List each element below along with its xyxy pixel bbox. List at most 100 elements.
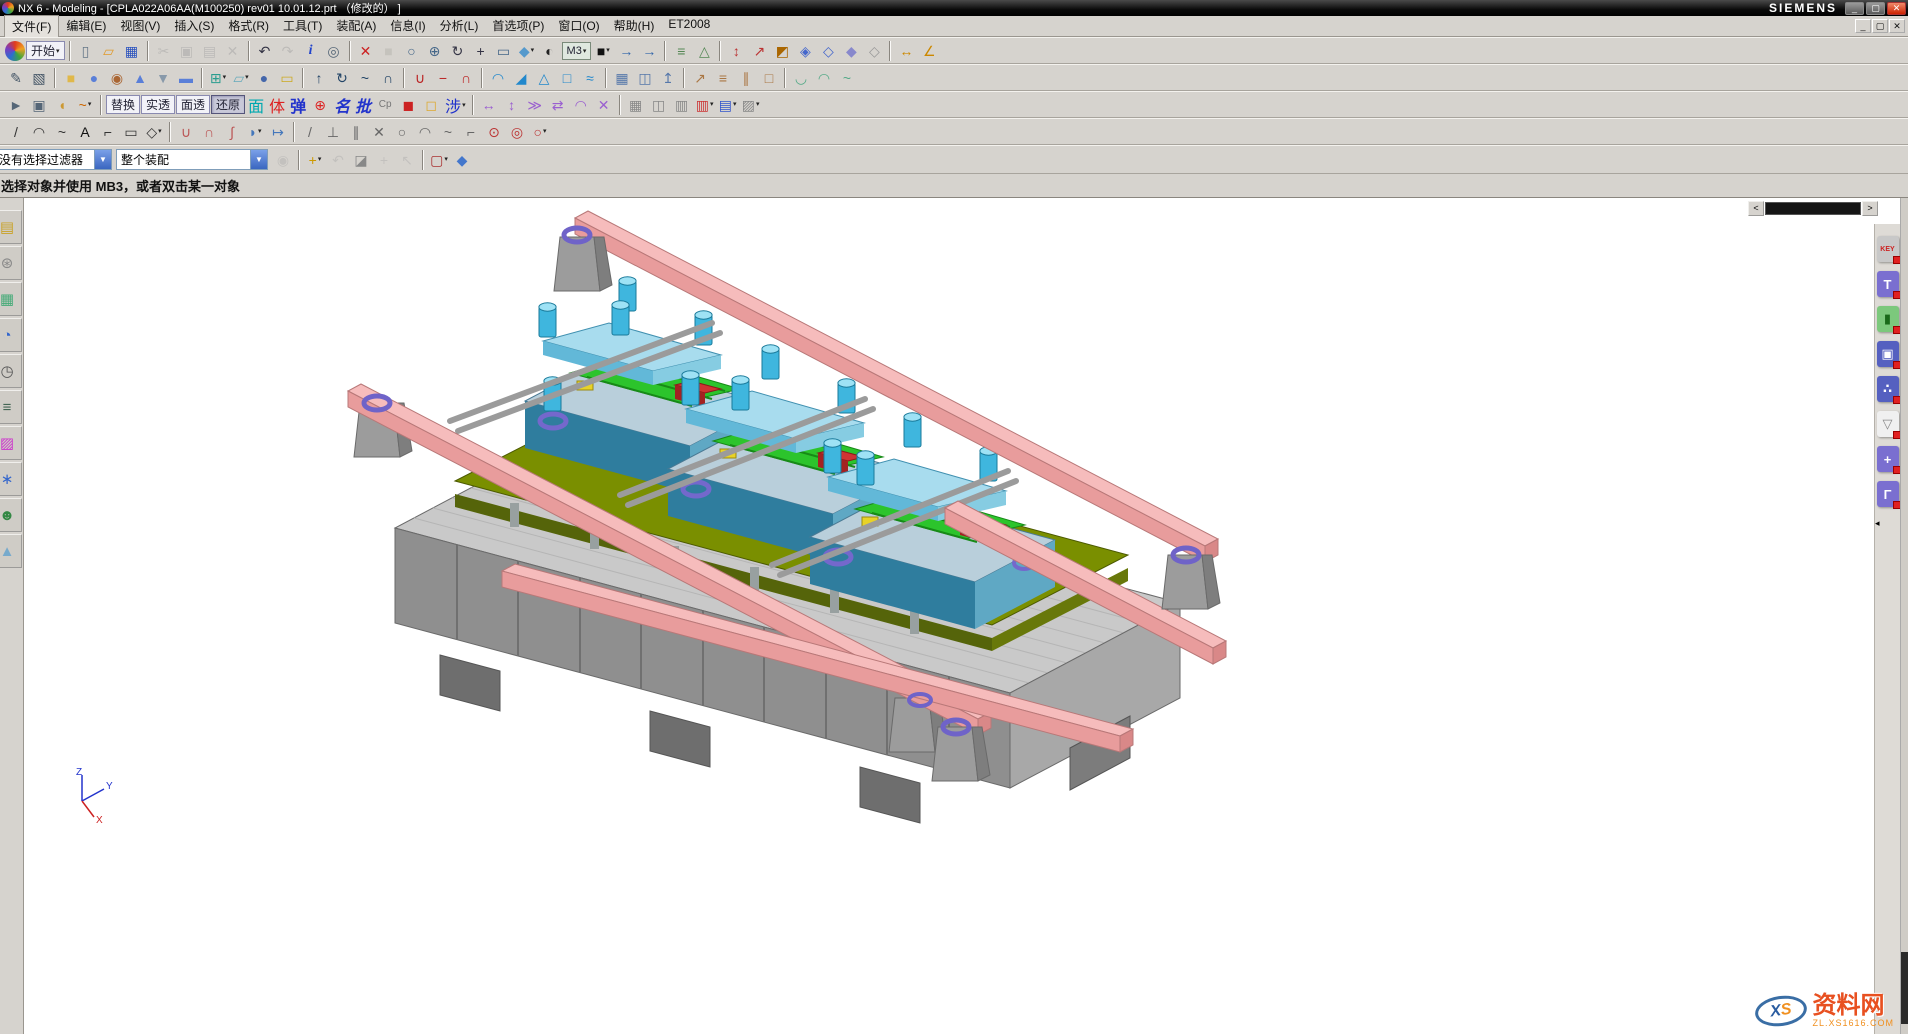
rotate-view-icon[interactable]: ↻ [447,40,469,62]
restore-button[interactable]: 还原 [211,95,245,114]
sketch-icon[interactable]: ✎ [5,67,27,89]
face-translucency-button[interactable]: 面透 [176,95,210,114]
menu-view[interactable]: 视图(V) [113,15,167,38]
interpart-link-icon[interactable]: ◉ [272,149,294,171]
text-icon[interactable]: A [74,121,96,143]
through-curves-icon[interactable]: ◗▾ [244,121,266,143]
tab-history[interactable]: ◷ [0,354,22,388]
tab-constraint-navigator[interactable]: ⊛ [0,246,22,280]
hide-icon[interactable]: ◆ [840,40,862,62]
hole-icon[interactable]: ◉ [106,67,128,89]
drag-select-icon[interactable]: ↖ [396,149,418,171]
curve-tool-icon[interactable]: ~▾ [74,94,96,116]
resize-blend-icon[interactable]: ◠ [570,94,592,116]
bridge-curve-icon[interactable]: ∩ [198,121,220,143]
palette-collapse-arrow[interactable]: ◂ [1875,518,1885,528]
selection-scope-combo[interactable]: 整个装配 ▼ [116,149,268,170]
sheet-body-icon[interactable]: ▭ [276,67,298,89]
menu-information[interactable]: 信息(I) [383,15,432,38]
boss-icon[interactable]: ▲ [129,67,151,89]
subtract-icon[interactable]: − [432,67,454,89]
mirror-face-icon[interactable]: ◫ [648,94,670,116]
tab-internet[interactable]: ▲ [0,534,22,568]
sphere-icon[interactable]: ● [253,67,275,89]
edge-blend-icon[interactable]: ◠ [487,67,509,89]
copy-icon[interactable]: ▣ [176,40,198,62]
tab-system-tools[interactable]: ∗ [0,462,22,496]
selection-filter-combo[interactable]: 没有选择过滤器 ▼ [0,149,112,170]
offset-curve-icon[interactable]: ∪ [175,121,197,143]
face-blend-icon[interactable]: ◡ [790,67,812,89]
menu-assemblies[interactable]: 装配(A) [329,15,383,38]
palette-item-green-block[interactable]: ▮ [1877,306,1899,332]
deselect-icon[interactable]: ◪ [350,149,372,171]
pad-icon[interactable]: ▬ [175,67,197,89]
chevron-down-icon[interactable]: ▼ [250,150,267,169]
redo-icon[interactable]: ↷ [277,40,299,62]
window-import-icon[interactable]: → [638,40,660,62]
immediate-hide-icon[interactable]: ◇ [817,40,839,62]
tube-icon[interactable]: ∩ [377,67,399,89]
join-curve-icon[interactable]: ∫ [221,121,243,143]
menu-help[interactable]: 帮助(H) [607,15,662,38]
shell-icon[interactable]: □ [556,67,578,89]
undo-icon[interactable]: ↶ [254,40,276,62]
menu-file[interactable]: 文件(F) [4,15,59,38]
reset-dialog-icon[interactable]: ✕ [355,40,377,62]
pull-face-icon[interactable]: ↕ [501,94,523,116]
child-minimize-button[interactable]: _ [1855,19,1871,33]
info-icon[interactable]: i [300,40,322,62]
datum-csys-icon[interactable]: ⊞▾ [207,67,229,89]
tangent-icon[interactable]: ~ [437,121,459,143]
fit-view-icon[interactable]: ▭ [493,40,515,62]
sweep-icon[interactable]: ~ [354,67,376,89]
scrollbar-thumb[interactable] [1901,952,1908,1024]
window-export-icon[interactable]: → [615,40,637,62]
datum-plane-icon[interactable]: ▱▾ [230,67,252,89]
parallel-icon[interactable]: ∥ [345,121,367,143]
rectangle-icon[interactable]: ▭ [120,121,142,143]
select-plus-icon[interactable]: + [373,149,395,171]
shaded-view-icon[interactable]: ◆▾ [516,40,538,62]
solid-translucency-button[interactable]: 实透 [141,95,175,114]
intersect-icon[interactable]: ∩ [455,67,477,89]
offset-region-icon[interactable]: ≫ [524,94,546,116]
thicken-icon[interactable]: ≡ [712,67,734,89]
soft-blend-icon[interactable]: ◠ [813,67,835,89]
section-view-icon[interactable]: ▥ [671,94,693,116]
new-file-icon[interactable]: ▯ [75,40,97,62]
snap-point-icon[interactable]: +▾ [304,149,326,171]
profile-icon[interactable]: ◇▾ [143,121,165,143]
solid-select-icon[interactable]: ◆ [451,149,473,171]
menu-preferences[interactable]: 首选项(P) [485,15,551,38]
palette-item-three-hole-plate[interactable]: ∴ [1877,376,1899,402]
pan-icon[interactable]: + [470,40,492,62]
tab-assembly-navigator[interactable]: ▤ [0,210,22,244]
sketch-line-icon[interactable]: / [299,121,321,143]
offset-surface-icon[interactable]: ↗ [689,67,711,89]
tab-process-notes[interactable]: ≡ [0,390,22,424]
chevron-down-icon[interactable]: ▼ [94,150,111,169]
minimize-button[interactable]: _ [1845,2,1864,15]
move-face-icon[interactable]: ↔ [478,94,500,116]
nx-logo[interactable] [5,41,25,61]
pane-scroll-right-button[interactable]: > [1862,201,1878,216]
offset-face-icon[interactable]: ∥ [735,67,757,89]
circle-center-icon[interactable]: ◎ [506,121,528,143]
snapshot-icon[interactable]: ■ [378,40,400,62]
menu-et2008[interactable]: ET2008 [661,15,717,38]
name-char-button[interactable]: 名 [332,94,352,116]
replace-button[interactable]: 替换 [106,95,140,114]
palette-item-t-block[interactable]: T [1877,271,1899,297]
arc-icon[interactable]: ◠ [28,121,50,143]
pattern-face-icon[interactable]: ▦ [625,94,647,116]
spring-char-button[interactable]: 弹 [288,94,308,116]
more-tools-icon[interactable]: ▨▾ [740,94,762,116]
marquee-select-icon[interactable]: ▢▾ [428,149,450,171]
palette-item-elbow[interactable]: Γ [1877,481,1899,507]
spline-icon[interactable]: ~ [51,121,73,143]
red-cube-icon[interactable]: ◼ [397,94,419,116]
interference-char-button[interactable]: 涉▾ [443,94,468,116]
menu-analysis[interactable]: 分析(L) [433,15,486,38]
menu-edit[interactable]: 编辑(E) [59,15,113,38]
